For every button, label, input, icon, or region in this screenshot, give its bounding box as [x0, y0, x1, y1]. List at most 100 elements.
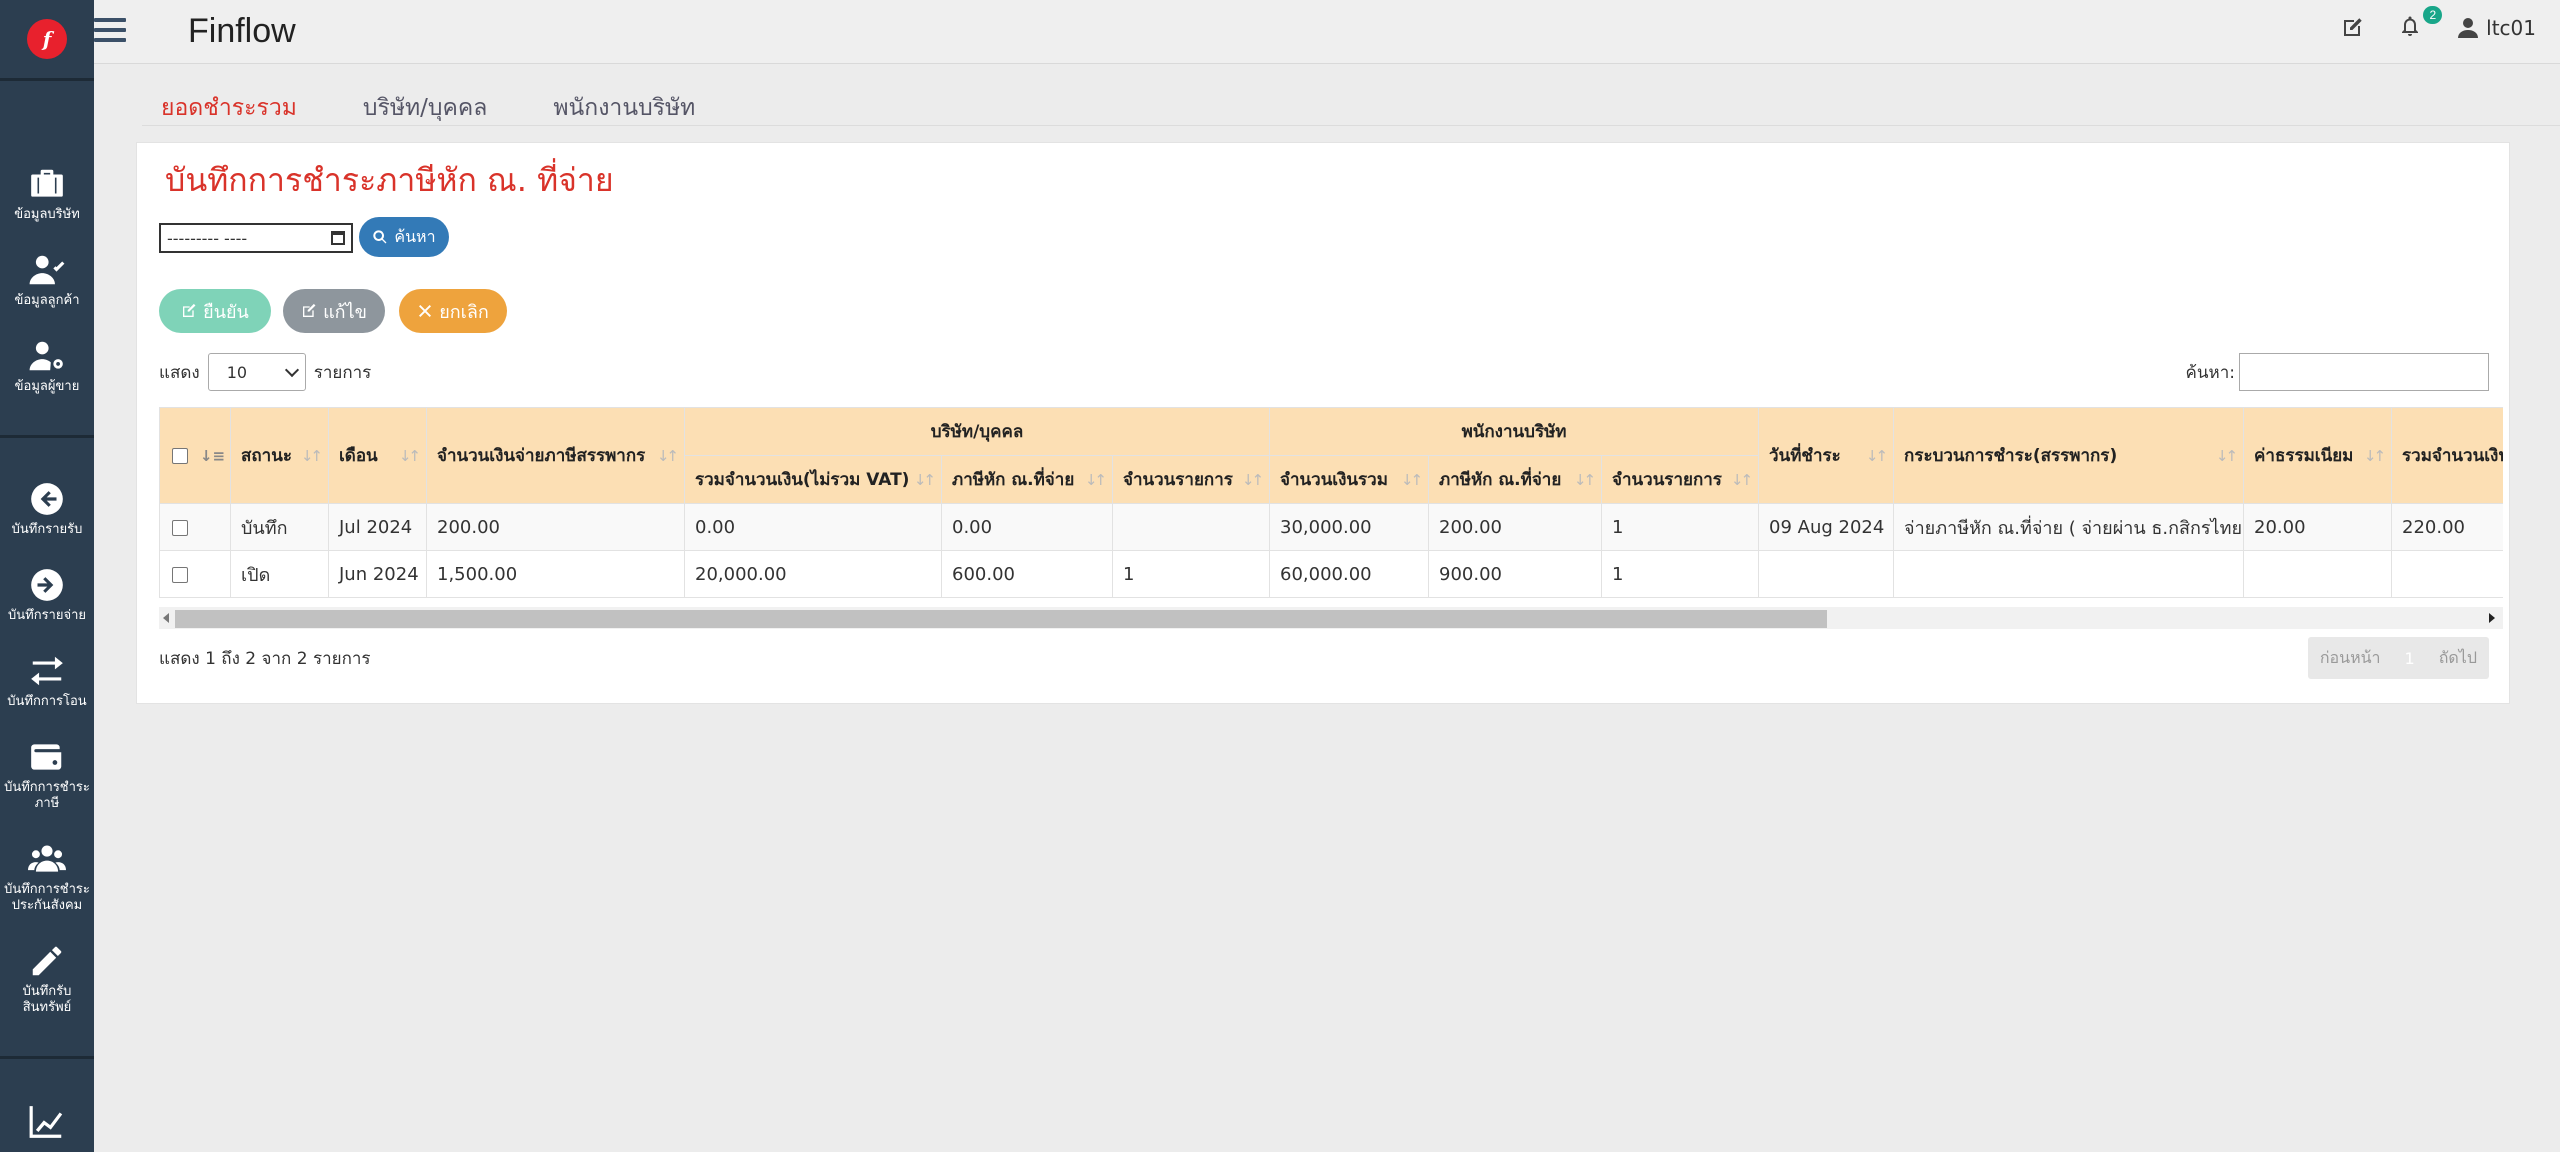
sidebar-item-assets[interactable]: บันทึกรับ สินทรัพย์	[0, 936, 94, 1016]
sidebar-item-reports[interactable]	[0, 1097, 94, 1141]
column-header-total-tax[interactable]: จำนวนเงินจ่ายภาษีสรรพากร ↓↑	[426, 407, 685, 504]
column-header-process[interactable]: กระบวนการชำระ(สรรพากร) ↓↑	[1893, 407, 2245, 504]
column-header-status[interactable]: สถานะ ↓↑	[230, 407, 329, 504]
user-check-icon	[29, 255, 65, 285]
sort-icon: ↓↑	[913, 470, 936, 489]
arrow-right-circle-icon	[31, 569, 63, 601]
cell-pay-date: 09 Aug 2024	[1758, 503, 1895, 551]
sidebar-item-vendors[interactable]: ข้อมูลผู้ขาย	[0, 331, 94, 395]
column-header-company-tax[interactable]: ภาษีหัก ณ.ที่จ่าย ↓↑	[941, 455, 1113, 504]
finflow-logo[interactable]: f	[27, 19, 67, 59]
sidebar-item-expense[interactable]: บันทึกรายจ่าย	[0, 560, 94, 624]
cancel-button[interactable]: ยกเลิก	[399, 289, 507, 333]
users-icon	[28, 845, 66, 872]
sidebar-item-label: บันทึกการชำระ ประกันสังคม	[4, 882, 90, 913]
menu-toggle-icon[interactable]	[94, 18, 126, 48]
tab-employees[interactable]: พนักงานบริษัท	[536, 84, 712, 134]
group-header-company: บริษัท/บุคคล	[683, 407, 1271, 456]
sort-icon: ↓↑	[1400, 470, 1423, 489]
scroll-right-icon[interactable]	[2489, 613, 2495, 623]
sort-icon[interactable]: ↓≡	[200, 447, 225, 465]
column-header-employee-total[interactable]: จำนวนเงินรวม ↓↑	[1269, 455, 1430, 504]
page-length-select[interactable]: 10	[207, 353, 306, 391]
horizontal-scrollbar[interactable]	[159, 607, 2503, 629]
cell-status: เปิด	[230, 550, 329, 598]
pagination-page-1[interactable]: 1	[2393, 649, 2427, 668]
sidebar-item-tax-payment[interactable]: บันทึกการชำระ ภาษี	[0, 732, 94, 812]
table-row[interactable]: บันทึก Jul 2024 200.00 0.00 0.00 30,000.…	[159, 503, 2503, 551]
sidebar-item-label: ข้อมูลบริษัท	[14, 207, 80, 222]
sidebar: f ข้อมูลบริษัท ข้อมูลลูกค้า ข้อมูลผู้ขาย…	[0, 0, 94, 1152]
sort-icon: ↓↑	[300, 446, 323, 465]
pencil-icon	[32, 946, 62, 976]
search-input[interactable]	[2239, 353, 2489, 391]
cell-company-count: 1	[1111, 550, 1271, 598]
cell-fee: 20.00	[2243, 503, 2393, 551]
briefcase-icon	[31, 169, 63, 197]
cell-company-count	[1111, 503, 1271, 551]
column-header-employee-count[interactable]: จำนวนรายการ ↓↑	[1601, 455, 1760, 504]
month-date-input[interactable]: --------- ----	[159, 223, 353, 253]
cell-employee-total: 30,000.00	[1269, 503, 1430, 551]
sidebar-item-label: บันทึกรับ สินทรัพย์	[22, 984, 72, 1015]
pagination: ก่อนหน้า 1 ถัดไป	[2307, 637, 2489, 679]
sidebar-item-income[interactable]: บันทึกรายรับ	[0, 474, 94, 538]
cell-employee-tax: 200.00	[1428, 503, 1603, 551]
column-header-pay-date[interactable]: วันที่ชำระ ↓↑	[1758, 407, 1895, 504]
cell-month: Jun 2024	[328, 550, 427, 598]
app-brand: Finflow	[188, 12, 296, 50]
cell-process	[1893, 550, 2245, 598]
column-header-fee[interactable]: ค่าธรรมเนียม ↓↑	[2243, 407, 2393, 504]
sidebar-item-customers[interactable]: ข้อมูลลูกค้า	[0, 245, 94, 309]
cell-month: Jul 2024	[328, 503, 427, 551]
tab-company-person[interactable]: บริษัท/บุคคล	[346, 84, 505, 134]
tax-payment-table: ↓≡ สถานะ ↓↑ เดือน ↓↑ จำนวนเงินจ่ายภาษีสรรพ…	[159, 407, 2503, 598]
user-gear-icon	[29, 341, 63, 371]
select-all-checkbox[interactable]	[172, 447, 188, 464]
column-header-company-count[interactable]: จำนวนรายการ ↓↑	[1111, 455, 1271, 504]
topbar: Finflow 2 ltc01	[94, 0, 2560, 64]
tab-total-payment[interactable]: ยอดชำระรวม	[144, 84, 314, 134]
edit-button[interactable]: แก้ไข	[283, 289, 385, 333]
pagination-prev[interactable]: ก่อนหน้า	[2308, 646, 2393, 671]
sidebar-item-transfer[interactable]: บันทึกการโอน	[0, 646, 94, 710]
cell-company-tax: 0.00	[941, 503, 1113, 551]
length-prefix: แสดง	[159, 362, 200, 383]
column-header-employee-tax[interactable]: ภาษีหัก ณ.ที่จ่าย ↓↑	[1428, 455, 1603, 504]
pagination-next[interactable]: ถัดไป	[2427, 646, 2489, 671]
column-header-month[interactable]: เดือน ↓↑	[328, 407, 427, 504]
sort-icon: ↓↑	[398, 446, 421, 465]
date-input-value: --------- ----	[167, 228, 248, 248]
column-header-company-total[interactable]: รวมจำนวนเงิน(ไม่รวม VAT) ↓↑	[684, 455, 942, 504]
cell-status: บันทึก	[230, 503, 329, 551]
length-suffix: รายการ	[313, 362, 372, 383]
notification-button[interactable]: 2	[2398, 6, 2443, 42]
column-header-grand-total[interactable]: รวมจำนวนเงิน	[2391, 407, 2503, 504]
cell-total-tax: 1,500.00	[426, 550, 685, 598]
notification-badge: 2	[2423, 6, 2443, 24]
edit-note-icon[interactable]	[2340, 16, 2364, 40]
scrollbar-thumb[interactable]	[175, 610, 1827, 628]
cell-employee-count: 1	[1601, 550, 1760, 598]
sidebar-item-social-security[interactable]: บันทึกการชำระ ประกันสังคม	[0, 834, 94, 914]
cell-process: จ่ายภาษีหัก ณ.ที่จ่าย ( จ่ายผ่าน ธ.กสิกร…	[1893, 503, 2245, 551]
page-length-control: แสดง 10 รายการ	[159, 353, 371, 391]
sidebar-item-company[interactable]: ข้อมูลบริษัท	[0, 121, 94, 223]
confirm-button-label: ยืนยัน	[203, 301, 249, 323]
cell-fee	[2243, 550, 2393, 598]
scroll-left-icon[interactable]	[163, 613, 169, 623]
row-checkbox[interactable]	[172, 519, 188, 536]
sort-icon: ↓↑	[1730, 470, 1753, 489]
cell-employee-total: 60,000.00	[1269, 550, 1430, 598]
calendar-icon[interactable]	[331, 231, 345, 245]
user-menu[interactable]: ltc01	[2456, 16, 2536, 40]
tab-divider	[142, 125, 2560, 126]
search-button[interactable]: ค้นหา	[359, 217, 449, 257]
row-checkbox[interactable]	[172, 566, 188, 583]
user-icon	[2458, 18, 2479, 38]
table-row[interactable]: เปิด Jun 2024 1,500.00 20,000.00 600.00 …	[159, 550, 2503, 598]
cell-grand-total	[2391, 550, 2503, 598]
table-container: ↓≡ สถานะ ↓↑ เดือน ↓↑ จำนวนเงินจ่ายภาษีสรรพ…	[159, 407, 2503, 601]
confirm-button[interactable]: ยืนยัน	[159, 289, 271, 333]
wallet-icon	[31, 744, 62, 770]
